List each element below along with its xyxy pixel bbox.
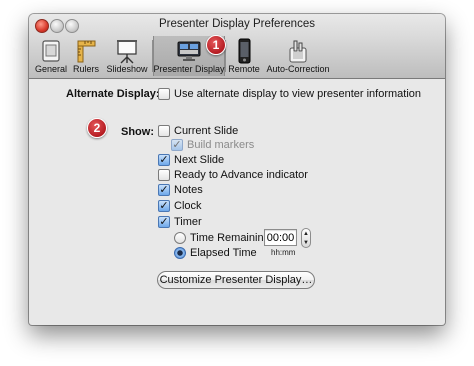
checkbox-label: Next Slide bbox=[174, 154, 225, 166]
auto-correction-icon bbox=[289, 40, 307, 63]
callout-badge-1: 1 bbox=[206, 35, 226, 55]
checkbox-box[interactable]: ✓ bbox=[158, 184, 170, 196]
toolbar-label-general: General bbox=[34, 64, 68, 74]
timer-checkbox[interactable]: ✓ Timer bbox=[158, 216, 202, 228]
checkbox-label: Current Slide bbox=[174, 125, 239, 137]
toolbar-label-presenter-display: Presenter Display bbox=[153, 64, 225, 74]
radio-label: Time Remaining bbox=[190, 232, 270, 244]
toolbar-item-auto-correction[interactable]: Auto-Correction bbox=[263, 36, 333, 76]
slideshow-icon bbox=[117, 40, 137, 64]
toolbar-label-remote: Remote bbox=[228, 64, 260, 74]
time-stepper[interactable]: ▲ ▼ bbox=[301, 228, 311, 248]
radio-label: Elapsed Time bbox=[190, 247, 257, 259]
time-remaining-field[interactable]: 00:00 bbox=[264, 229, 297, 246]
checkbox-label: Clock bbox=[174, 200, 202, 212]
toolbar-label-auto-correction: Auto-Correction bbox=[266, 64, 330, 74]
current-slide-checkbox[interactable]: Current Slide bbox=[158, 125, 238, 137]
elapsed-time-radio[interactable]: Elapsed Time bbox=[174, 247, 257, 259]
checkbox-box[interactable] bbox=[158, 125, 170, 137]
checkbox-label: Timer bbox=[174, 216, 202, 228]
radio-button[interactable] bbox=[174, 247, 186, 259]
alternate-display-label: Alternate Display: bbox=[66, 88, 160, 100]
checkbox-box[interactable] bbox=[158, 88, 170, 100]
preferences-window: Presenter Display Preferences General Ru… bbox=[29, 14, 445, 325]
checkbox-label: Use alternate display to view presenter … bbox=[174, 88, 422, 100]
checkbox-box[interactable] bbox=[158, 169, 170, 181]
checkbox-box[interactable]: ✓ bbox=[158, 154, 170, 166]
checkbox-box[interactable]: ✓ bbox=[158, 200, 170, 212]
build-markers-checkbox[interactable]: ✓ Build markers bbox=[171, 139, 254, 151]
presenter-display-icon bbox=[177, 41, 201, 61]
checkbox-label: Notes bbox=[174, 184, 203, 196]
show-label: Show: bbox=[121, 126, 154, 138]
ready-to-advance-checkbox[interactable]: Ready to Advance indicator bbox=[158, 169, 308, 181]
stepper-up-icon[interactable]: ▲ bbox=[303, 231, 309, 237]
checkbox-box[interactable]: ✓ bbox=[171, 139, 183, 151]
stepper-down-icon[interactable]: ▼ bbox=[303, 240, 309, 246]
toolbar-label-slideshow: Slideshow bbox=[106, 64, 148, 74]
remote-icon bbox=[238, 38, 251, 64]
checkbox-label: Ready to Advance indicator bbox=[174, 169, 308, 181]
presenter-display-pane: Alternate Display: Use alternate display… bbox=[29, 79, 445, 325]
toolbar-label-rulers: Rulers bbox=[72, 64, 99, 74]
customize-presenter-display-button[interactable]: Customize Presenter Display… bbox=[157, 271, 315, 289]
next-slide-checkbox[interactable]: ✓ Next Slide bbox=[158, 154, 224, 166]
time-format-hint: hh:mm bbox=[271, 248, 296, 257]
notes-checkbox[interactable]: ✓ Notes bbox=[158, 184, 203, 196]
general-icon bbox=[42, 40, 60, 62]
use-alternate-display-checkbox[interactable]: Use alternate display to view presenter … bbox=[158, 88, 421, 100]
callout-badge-2: 2 bbox=[87, 118, 107, 138]
toolbar-item-remote[interactable]: Remote bbox=[226, 36, 262, 76]
rulers-icon bbox=[77, 40, 96, 63]
radio-button[interactable] bbox=[174, 232, 186, 244]
title-bar: Presenter Display Preferences General Ru… bbox=[29, 14, 445, 79]
toolbar-item-rulers[interactable]: Rulers bbox=[70, 36, 102, 76]
time-remaining-radio[interactable]: Time Remaining bbox=[174, 232, 270, 244]
clock-checkbox[interactable]: ✓ Clock bbox=[158, 200, 202, 212]
toolbar-item-slideshow[interactable]: Slideshow bbox=[103, 36, 151, 76]
checkbox-label: Build markers bbox=[187, 139, 255, 151]
checkbox-box[interactable]: ✓ bbox=[158, 216, 170, 228]
toolbar-item-general[interactable]: General bbox=[33, 36, 69, 76]
window-title: Presenter Display Preferences bbox=[159, 18, 315, 30]
